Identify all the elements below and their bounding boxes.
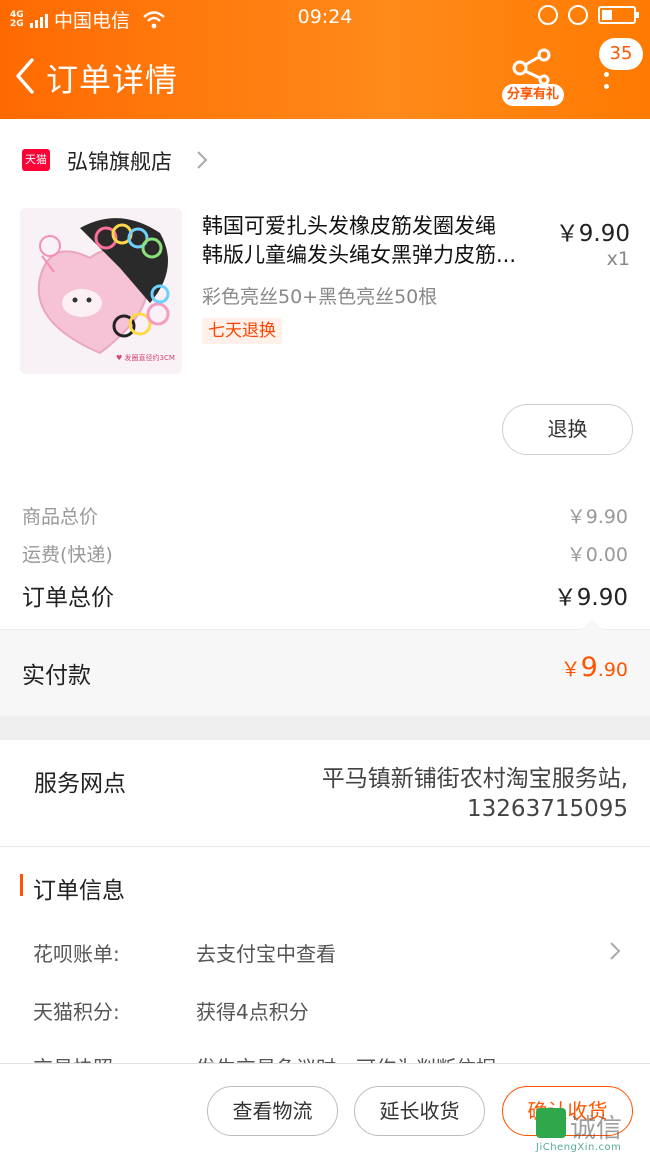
- goods-total-label: 商品总价: [22, 506, 99, 528]
- service-point-section: 服务网点 平马镇新铺街农村淘宝服务站, 13263715095: [0, 740, 650, 847]
- section-divider: [0, 716, 650, 740]
- huabei-bill-row[interactable]: 花呗账单: 去支付宝中查看: [33, 938, 628, 968]
- amount-decimal: .90: [597, 659, 628, 681]
- shop-row[interactable]: 天猫 弘锦旗舰店: [0, 135, 650, 185]
- share-icon: [512, 48, 551, 86]
- battery-icon: [598, 6, 639, 24]
- watermark-logo-icon: [536, 1108, 566, 1138]
- more-menu-icon[interactable]: [596, 72, 616, 96]
- share-button[interactable]: 分享有礼: [502, 48, 564, 106]
- watermark-text: 诚信: [570, 1114, 623, 1144]
- product-quantity: x1: [606, 248, 630, 270]
- product-image-caption: ♥ 发圈直径约3CM: [116, 354, 175, 362]
- product-title-line1: 韩国可爱扎头发橡皮筋发圈发绳: [202, 214, 496, 238]
- product-image[interactable]: ♥ 发圈直径约3CM: [20, 208, 182, 374]
- info-key: 花呗账单:: [33, 942, 120, 966]
- service-point-value: 平马镇新铺街农村淘宝服务站, 13263715095: [228, 764, 628, 824]
- actual-payment-label: 实付款: [22, 663, 91, 689]
- info-value: 去支付宝中查看: [196, 942, 336, 966]
- site-watermark: 诚信 JiChengXin.com: [536, 1108, 650, 1155]
- tmall-points-row: 天猫积分: 获得4点积分: [33, 996, 628, 1026]
- return-exchange-button[interactable]: 退换: [502, 404, 633, 455]
- chevron-right-icon: [610, 942, 621, 960]
- page-title: 订单详情: [46, 61, 179, 99]
- watermark-url: JiChengXin.com: [536, 1142, 622, 1153]
- shipping-row: 运费(快递) ￥0.00: [22, 540, 628, 567]
- info-value: 发生交易争议时，可作为判断依据: [196, 1052, 496, 1063]
- goods-total-row: 商品总价 ￥9.90: [22, 502, 628, 529]
- amount-integer: 9: [580, 652, 598, 683]
- actual-payment-amount: ￥9.90: [561, 652, 628, 683]
- pointer-notch: [580, 620, 604, 630]
- service-point-label: 服务网点: [34, 771, 126, 797]
- shipping-value: ￥0.00: [566, 544, 628, 566]
- product-price: ￥9.90: [555, 221, 630, 247]
- service-point-phone: 13263715095: [467, 796, 628, 822]
- extend-receipt-button[interactable]: 延长收货: [354, 1086, 485, 1136]
- shop-name: 弘锦旗舰店: [67, 150, 172, 174]
- status-icons: [538, 5, 639, 25]
- app-header: 4G 2G 中国电信 09:24 订单详情 分享有礼 35: [0, 0, 650, 119]
- product-title[interactable]: 韩国可爱扎头发橡皮筋发圈发绳 韩版儿童编发头绳女黑弹力皮筋...: [202, 212, 552, 270]
- chevron-right-icon: [197, 151, 208, 169]
- currency-symbol: ￥: [560, 657, 581, 681]
- info-key: 交易快照:: [33, 1052, 120, 1063]
- service-point-address: 平马镇新铺街农村淘宝服务站,: [321, 766, 628, 792]
- product-title-line2: 韩版儿童编发头绳女黑弹力皮筋...: [202, 243, 517, 267]
- shipping-label: 运费(快递): [22, 544, 113, 566]
- status-bar: 4G 2G 中国电信 09:24: [0, 0, 650, 34]
- product-sku: 彩色亮丝50+黑色亮丝50根: [202, 286, 438, 308]
- trade-snapshot-row[interactable]: 交易快照: 发生交易争议时，可作为判断依据: [33, 1052, 628, 1063]
- goods-total-value: ￥9.90: [566, 506, 628, 528]
- share-badge: 分享有礼: [502, 84, 564, 106]
- order-info-title: 订单信息: [33, 878, 125, 904]
- order-total-label: 订单总价: [22, 585, 114, 611]
- order-total-row: 订单总价 ￥9.90: [22, 578, 628, 612]
- rotation-lock-icon: [568, 5, 588, 25]
- actual-payment-section: 实付款 ￥9.90: [0, 620, 650, 716]
- back-arrow-icon[interactable]: [10, 56, 40, 96]
- message-count-badge[interactable]: 35: [599, 38, 643, 70]
- info-key: 天猫积分:: [33, 1000, 120, 1024]
- view-logistics-button[interactable]: 查看物流: [207, 1086, 338, 1136]
- info-value: 获得4点积分: [196, 1000, 309, 1024]
- hair-ties-tin-illustration: [20, 208, 182, 374]
- accent-bar: [20, 874, 23, 896]
- order-total-value: ￥9.90: [553, 585, 628, 611]
- vibrate-icon: [538, 5, 558, 25]
- tmall-logo: 天猫: [22, 149, 50, 171]
- seven-day-return-tag: 七天退换: [202, 318, 282, 344]
